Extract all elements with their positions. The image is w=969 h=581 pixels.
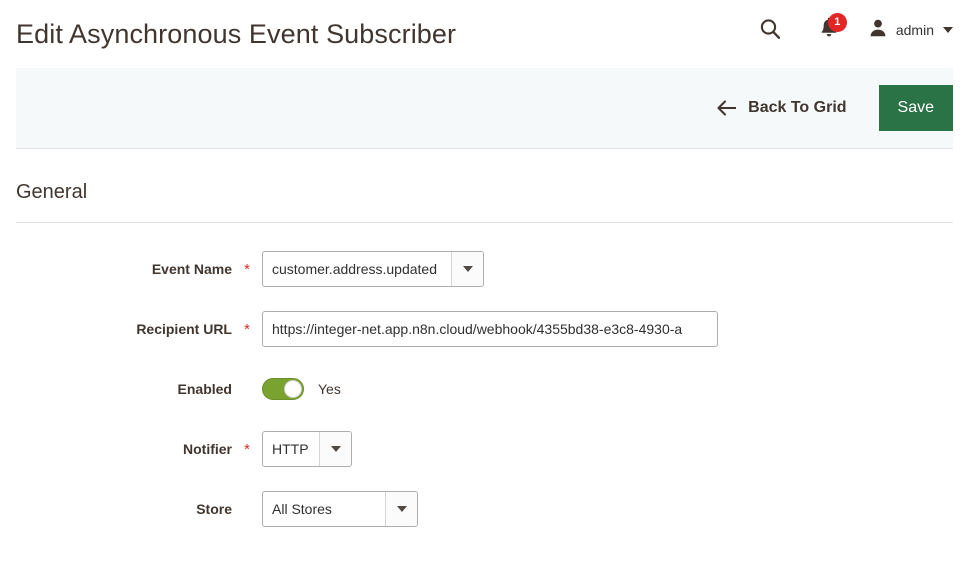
notifier-select[interactable]: HTTP xyxy=(262,431,352,467)
store-select-value: All Stores xyxy=(272,501,332,517)
general-section: General Event Name * customer.address.up… xyxy=(0,149,969,527)
section-title: General xyxy=(16,181,88,203)
save-button[interactable]: Save xyxy=(878,85,953,131)
field-label-recipient-url: Recipient URL xyxy=(136,321,232,337)
user-menu[interactable]: admin xyxy=(868,18,953,43)
enabled-toggle[interactable] xyxy=(262,378,304,400)
page-header: Edit Asynchronous Event Subscriber 1 adm… xyxy=(0,0,969,68)
field-label-notifier: Notifier xyxy=(183,441,232,457)
required-indicator-recipient-url: * xyxy=(244,321,250,338)
required-indicator-enabled xyxy=(232,388,262,390)
toggle-knob xyxy=(284,380,302,398)
field-label-store: Store xyxy=(196,501,232,517)
chevron-down-icon xyxy=(462,266,473,272)
field-store: Store All Stores xyxy=(16,491,953,527)
chevron-down-icon xyxy=(396,506,407,512)
notifier-dropdown-button[interactable] xyxy=(319,432,351,466)
search-button[interactable] xyxy=(748,10,792,50)
required-indicator-event-name: * xyxy=(244,261,250,278)
enabled-toggle-label: Yes xyxy=(318,381,341,397)
notifications-badge: 1 xyxy=(827,13,847,32)
field-control-notifier: HTTP xyxy=(262,431,352,467)
search-icon xyxy=(758,17,782,44)
user-name: admin xyxy=(895,22,934,38)
chevron-down-icon xyxy=(330,446,341,452)
field-notifier: Notifier * HTTP xyxy=(16,431,953,467)
field-enabled: Enabled Yes xyxy=(16,371,953,407)
field-control-store: All Stores xyxy=(262,491,418,527)
field-recipient-url: Recipient URL * xyxy=(16,311,953,347)
page-title: Edit Asynchronous Event Subscriber xyxy=(16,18,457,49)
field-control-event-name: customer.address.updated xyxy=(262,251,484,287)
enabled-toggle-wrap: Yes xyxy=(262,378,341,400)
event-name-dropdown-button[interactable] xyxy=(451,252,483,286)
field-control-enabled: Yes xyxy=(262,378,341,400)
recipient-url-input[interactable] xyxy=(262,311,718,347)
store-dropdown-button[interactable] xyxy=(385,492,417,526)
arrow-left-icon xyxy=(717,100,737,116)
required-indicator-notifier: * xyxy=(244,441,250,458)
user-avatar-icon xyxy=(868,18,888,43)
back-to-grid-label: Back To Grid xyxy=(748,99,847,116)
field-event-name: Event Name * customer.address.updated xyxy=(16,251,953,287)
event-name-select[interactable]: customer.address.updated xyxy=(262,251,484,287)
field-label-enabled: Enabled xyxy=(177,381,232,397)
store-select[interactable]: All Stores xyxy=(262,491,418,527)
field-label-event-name: Event Name xyxy=(151,261,232,277)
field-control-recipient-url xyxy=(262,311,718,347)
header-actions: 1 admin xyxy=(748,8,953,52)
chevron-down-icon xyxy=(943,27,953,33)
notifier-select-value: HTTP xyxy=(272,441,309,457)
notifications-button[interactable]: 1 xyxy=(804,10,854,50)
back-to-grid-button[interactable]: Back To Grid xyxy=(717,99,847,117)
general-form: Event Name * customer.address.updated Re… xyxy=(16,223,953,527)
required-indicator-store xyxy=(232,508,262,510)
page-actions-bar: Back To Grid Save xyxy=(16,68,953,149)
event-name-select-value: customer.address.updated xyxy=(272,261,437,277)
